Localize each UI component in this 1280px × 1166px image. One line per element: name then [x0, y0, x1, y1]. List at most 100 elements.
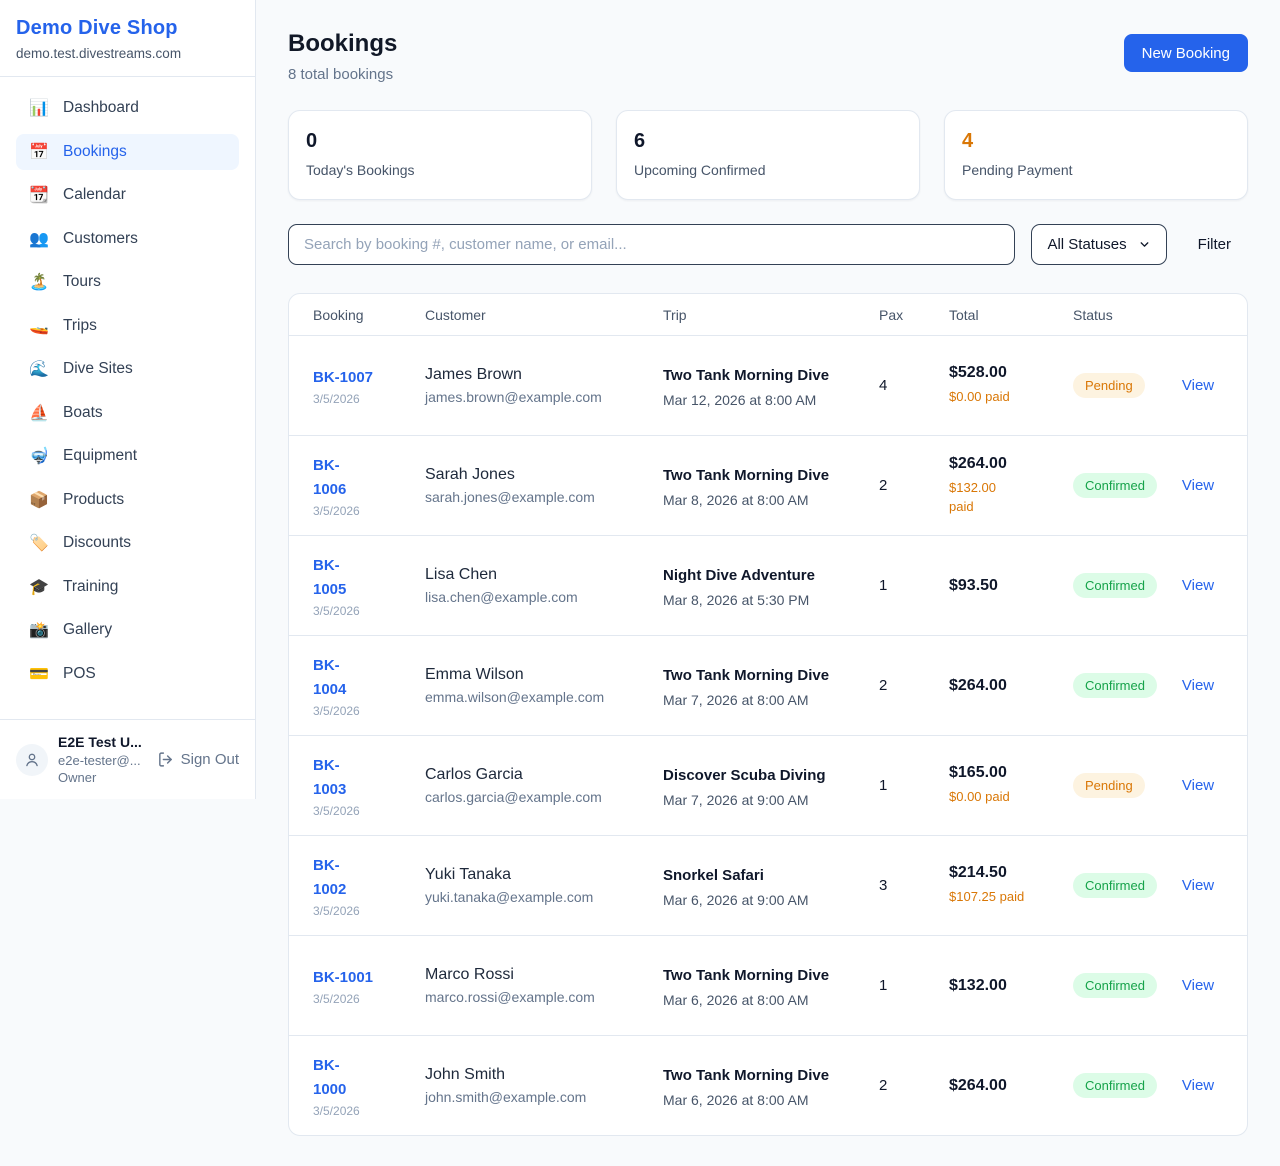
- table-row: BK-1007 3/5/2026 James Brown james.brown…: [289, 335, 1247, 435]
- booking-id-link[interactable]: BK- 1002: [313, 854, 425, 902]
- sidebar-item-dashboard[interactable]: 📊 Dashboard: [16, 90, 239, 126]
- trip-name: Two Tank Morning Dive: [663, 964, 855, 988]
- sidebar-item-training[interactable]: 🎓 Training: [16, 569, 239, 605]
- sidebar-item-label: Equipment: [63, 447, 137, 465]
- sidebar-item-customers[interactable]: 👥 Customers: [16, 221, 239, 257]
- booking-cell: BK-1001 3/5/2026: [313, 966, 425, 1006]
- sidebar-item-calendar[interactable]: 📆 Calendar: [16, 177, 239, 213]
- view-link[interactable]: View: [1182, 677, 1214, 694]
- page-header: Bookings 8 total bookings New Booking: [288, 30, 1248, 83]
- customer-name: Sarah Jones: [425, 466, 663, 484]
- sidebar-item-dive-sites[interactable]: 🌊 Dive Sites: [16, 351, 239, 387]
- booking-id-link[interactable]: BK-1007: [313, 366, 425, 390]
- status-badge: Confirmed: [1073, 673, 1157, 698]
- sidebar: Demo Dive Shop demo.test.divestreams.com…: [0, 0, 256, 799]
- total-amount: $93.50: [949, 577, 1073, 595]
- trip-name: Snorkel Safari: [663, 864, 855, 888]
- camera-icon: 📸: [29, 620, 49, 640]
- sidebar-item-label: Gallery: [63, 621, 112, 639]
- sidebar-item-tours[interactable]: 🏝️ Tours: [16, 264, 239, 300]
- booking-cell: BK- 1002 3/5/2026: [313, 854, 425, 918]
- view-link[interactable]: View: [1182, 477, 1214, 494]
- user-name: E2E Test U...: [58, 734, 146, 750]
- trip-name: Discover Scuba Diving: [663, 764, 855, 788]
- column-header-trip: Trip: [663, 307, 879, 323]
- user-email: e2e-tester@...: [58, 753, 146, 768]
- status-badge: Confirmed: [1073, 573, 1157, 598]
- sidebar-item-bookings[interactable]: 📅 Bookings: [16, 134, 239, 170]
- main-content: Bookings 8 total bookings New Booking 0 …: [256, 0, 1280, 1166]
- new-booking-button[interactable]: New Booking: [1124, 34, 1248, 72]
- booking-cell: BK- 1003 3/5/2026: [313, 754, 425, 818]
- sidebar-item-label: Calendar: [63, 186, 126, 204]
- view-link[interactable]: View: [1182, 1077, 1214, 1094]
- trip-datetime: Mar 12, 2026 at 8:00 AM: [663, 392, 879, 408]
- column-header-total: Total: [949, 307, 1073, 323]
- sign-out-button[interactable]: Sign Out: [157, 751, 239, 768]
- status-badge: Confirmed: [1073, 1073, 1157, 1098]
- total-cell: $264.00: [949, 677, 1073, 695]
- sidebar-item-discounts[interactable]: 🏷️ Discounts: [16, 525, 239, 561]
- stat-card-todays-bookings: 0 Today's Bookings: [288, 110, 592, 200]
- total-amount: $528.00: [949, 364, 1073, 382]
- tear-off-calendar-icon: 📆: [29, 185, 49, 205]
- filter-button[interactable]: Filter: [1181, 236, 1248, 253]
- page-header-text: Bookings 8 total bookings: [288, 30, 397, 83]
- customer-email: marco.rossi@example.com: [425, 989, 663, 1005]
- booking-id-link[interactable]: BK- 1005: [313, 554, 425, 602]
- trip-datetime: Mar 6, 2026 at 9:00 AM: [663, 892, 879, 908]
- pax-value: 2: [879, 477, 949, 494]
- sidebar-item-trips[interactable]: 🚤 Trips: [16, 308, 239, 344]
- sidebar-user-section: E2E Test U... e2e-tester@... Owner Sign …: [0, 719, 255, 799]
- booking-id-link[interactable]: BK- 1000: [313, 1054, 425, 1102]
- total-cell: $93.50: [949, 577, 1073, 595]
- pax-value: 1: [879, 777, 949, 794]
- sidebar-nav: 📊 Dashboard 📅 Bookings 📆 Calendar 👥 Cust…: [0, 77, 255, 719]
- status-filter-select[interactable]: All Statuses: [1031, 224, 1166, 265]
- table-row: BK- 1000 3/5/2026 John Smith john.smith@…: [289, 1035, 1247, 1135]
- booking-id-link[interactable]: BK-1001: [313, 966, 425, 990]
- trip-cell: Two Tank Morning Dive Mar 12, 2026 at 8:…: [663, 364, 879, 408]
- bookings-table: Booking Customer Trip Pax Total Status B…: [288, 293, 1248, 1136]
- chevron-down-icon: [1138, 238, 1151, 251]
- customer-cell: Marco Rossi marco.rossi@example.com: [425, 966, 663, 1005]
- view-link[interactable]: View: [1182, 377, 1214, 394]
- booking-date: 3/5/2026: [313, 604, 425, 618]
- sidebar-item-label: Bookings: [63, 143, 127, 161]
- customer-email: emma.wilson@example.com: [425, 689, 663, 705]
- customer-email: john.smith@example.com: [425, 1089, 663, 1105]
- sidebar-item-label: Training: [63, 578, 118, 596]
- trip-cell: Discover Scuba Diving Mar 7, 2026 at 9:0…: [663, 764, 879, 808]
- tag-icon: 🏷️: [29, 533, 49, 553]
- person-icon: [23, 751, 41, 769]
- status-cell: Confirmed: [1073, 873, 1173, 898]
- trip-name: Night Dive Adventure: [663, 564, 855, 588]
- customer-email: lisa.chen@example.com: [425, 589, 663, 605]
- trip-datetime: Mar 7, 2026 at 9:00 AM: [663, 792, 879, 808]
- status-cell: Confirmed: [1073, 573, 1173, 598]
- pax-value: 2: [879, 677, 949, 694]
- sidebar-item-gallery[interactable]: 📸 Gallery: [16, 612, 239, 648]
- calendar-icon: 📅: [29, 142, 49, 162]
- trip-name: Two Tank Morning Dive: [663, 364, 855, 388]
- view-link[interactable]: View: [1182, 777, 1214, 794]
- sidebar-item-products[interactable]: 📦 Products: [16, 482, 239, 518]
- customer-email: yuki.tanaka@example.com: [425, 889, 663, 905]
- sidebar-item-pos[interactable]: 💳 POS: [16, 656, 239, 692]
- trip-datetime: Mar 8, 2026 at 5:30 PM: [663, 592, 879, 608]
- search-input[interactable]: [288, 224, 1015, 265]
- sidebar-item-boats[interactable]: ⛵ Boats: [16, 395, 239, 431]
- sidebar-item-equipment[interactable]: 🤿 Equipment: [16, 438, 239, 474]
- customer-email: carlos.garcia@example.com: [425, 789, 663, 805]
- view-link[interactable]: View: [1182, 877, 1214, 894]
- booking-id-link[interactable]: BK- 1006: [313, 454, 425, 502]
- paid-amount: $0.00 paid: [949, 787, 1073, 807]
- booking-id-link[interactable]: BK- 1003: [313, 754, 425, 802]
- view-link[interactable]: View: [1182, 577, 1214, 594]
- booking-cell: BK- 1000 3/5/2026: [313, 1054, 425, 1118]
- total-amount: $165.00: [949, 764, 1073, 782]
- view-link[interactable]: View: [1182, 977, 1214, 994]
- total-cell: $165.00 $0.00 paid: [949, 764, 1073, 807]
- booking-id-link[interactable]: BK- 1004: [313, 654, 425, 702]
- total-amount: $214.50: [949, 864, 1073, 882]
